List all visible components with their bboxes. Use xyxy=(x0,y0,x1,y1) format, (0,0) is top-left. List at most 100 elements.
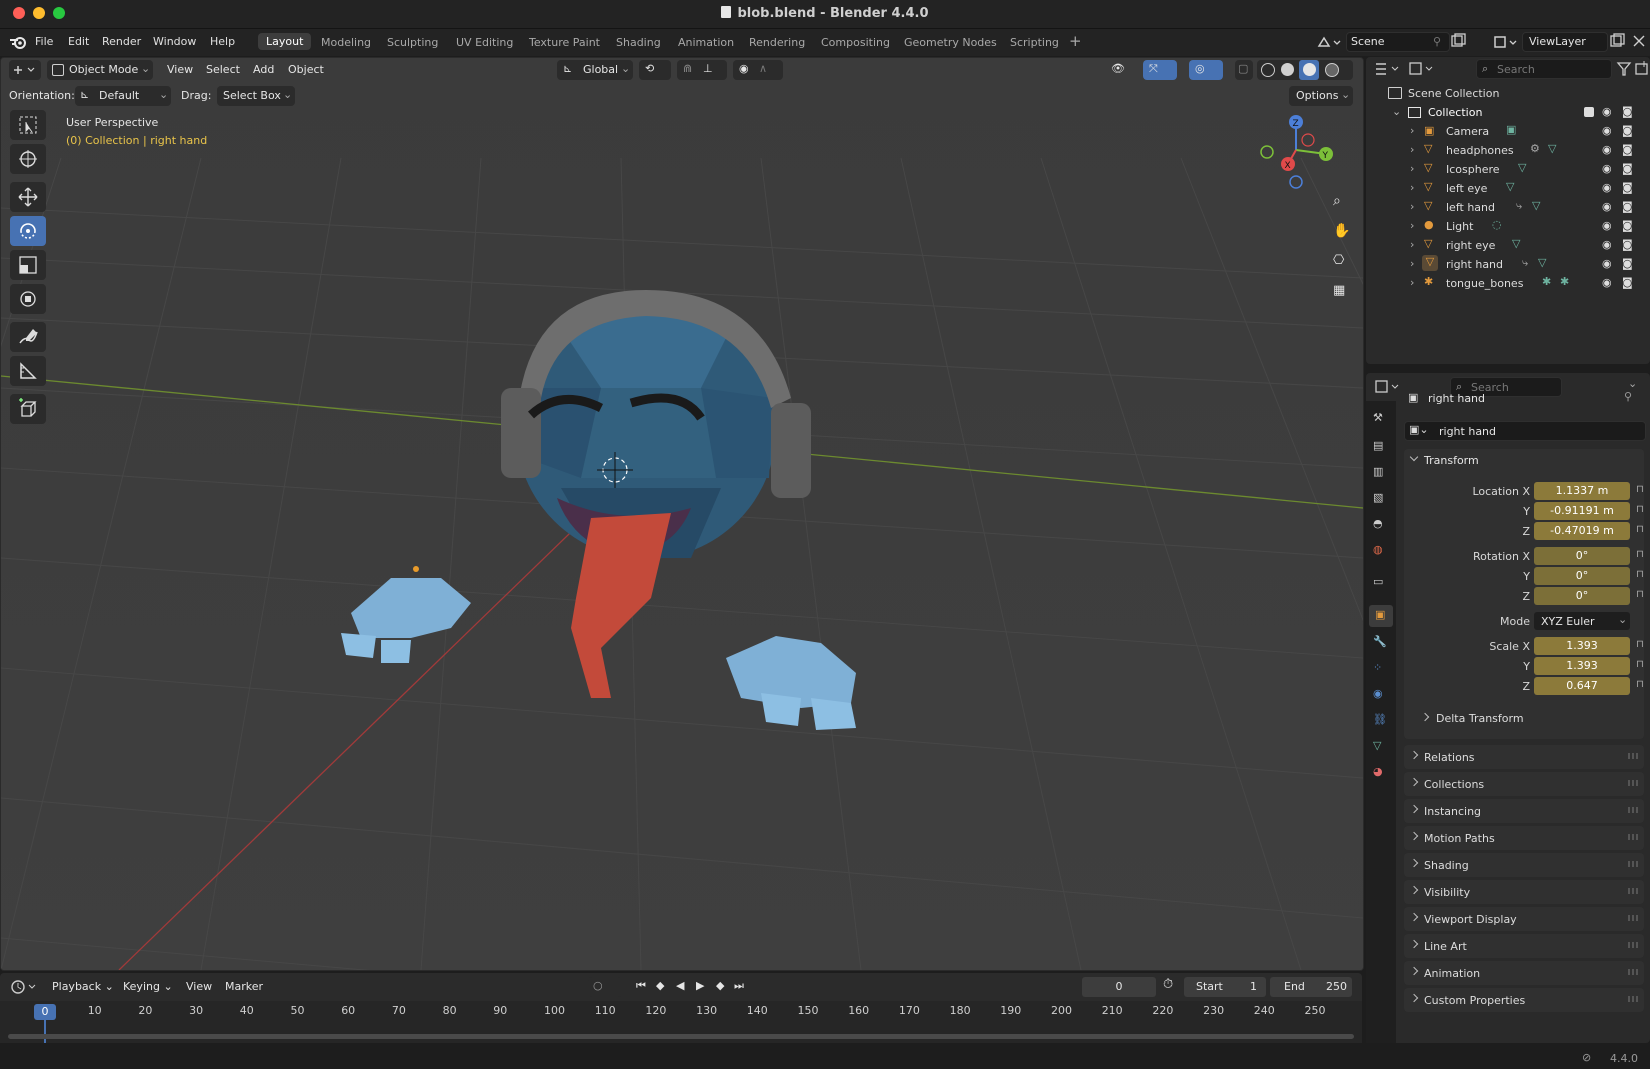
rotate-tool[interactable] xyxy=(10,216,46,246)
panel-motion-paths[interactable]: Motion Paths xyxy=(1404,826,1644,850)
location-z-field[interactable]: -0.47019 m xyxy=(1534,522,1630,540)
eye-icon[interactable]: ◉ xyxy=(1602,162,1612,175)
overlay-toggle[interactable]: ◎ xyxy=(1189,60,1223,80)
outliner-item-headphones[interactable]: › ▽ headphones ⚙ ▽ ◉ ◙ xyxy=(1366,141,1650,161)
visibility-toggle[interactable]: 👁 xyxy=(1109,60,1139,80)
xray-toggle[interactable]: ▢ xyxy=(1235,60,1253,80)
snap-button[interactable]: ⋒ ⊥ xyxy=(677,60,727,80)
tab-uv-editing[interactable]: UV Editing xyxy=(456,36,513,49)
measure-tool[interactable] xyxy=(10,356,46,386)
outliner-item-right-hand[interactable]: › ▽ right hand ⤷ ▽ ◉ ◙ xyxy=(1366,255,1650,275)
view-layer-field[interactable]: ViewLayer xyxy=(1522,32,1608,52)
outliner-item-right-eye[interactable]: › ▽ right eye ▽ ◉ ◙ xyxy=(1366,236,1650,256)
chevron-down-icon[interactable]: ⌄ xyxy=(1392,105,1401,118)
chevron-right-icon[interactable]: › xyxy=(1410,276,1414,289)
lock-icon[interactable]: ⊓ xyxy=(1636,569,1644,580)
camera-render-icon[interactable]: ◙ xyxy=(1622,257,1633,270)
chevron-right-icon[interactable]: › xyxy=(1410,181,1414,194)
timeline-editor-type-button[interactable] xyxy=(8,977,40,997)
eye-icon[interactable]: ◉ xyxy=(1602,124,1612,137)
tab-compositing[interactable]: Compositing xyxy=(821,36,890,49)
navigation-gizmo[interactable]: Z Y X xyxy=(1256,110,1336,190)
options-dropdown[interactable]: Options ⌄ xyxy=(1289,86,1353,106)
tool-tab-icon[interactable]: ⚒ xyxy=(1373,411,1389,427)
preview-range-icon[interactable]: ⏱ xyxy=(1163,977,1173,992)
camera-render-icon[interactable]: ◙ xyxy=(1622,200,1633,213)
physics-tab-icon[interactable]: ◉ xyxy=(1373,687,1389,703)
menu-window[interactable]: Window xyxy=(153,35,196,48)
blender-logo-icon[interactable] xyxy=(9,34,29,50)
transform-panel-header[interactable]: Transform xyxy=(1404,449,1644,473)
tab-modeling[interactable]: Modeling xyxy=(321,36,371,49)
chevron-right-icon[interactable]: › xyxy=(1410,219,1414,232)
drag-handle-icon[interactable] xyxy=(1628,996,1638,1002)
end-frame-field[interactable]: End 250 xyxy=(1270,977,1352,997)
panel-viewport-display[interactable]: Viewport Display xyxy=(1404,907,1644,931)
panel-instancing[interactable]: Instancing xyxy=(1404,799,1644,823)
next-keyframe-icon[interactable]: ◆ xyxy=(716,979,724,992)
menu-add[interactable]: Add xyxy=(253,63,274,76)
output-tab-icon[interactable]: ▥ xyxy=(1373,465,1389,481)
scale-tool[interactable] xyxy=(10,250,46,280)
remove-view-layer-icon[interactable] xyxy=(1630,32,1648,50)
menu-render[interactable]: Render xyxy=(102,35,141,48)
menu-view[interactable]: View xyxy=(186,980,212,993)
outliner-item-camera[interactable]: › ▣ Camera ▣ ◉ ◙ xyxy=(1366,122,1650,142)
object-tab[interactable]: ▣ xyxy=(1369,605,1393,627)
chevron-right-icon[interactable]: › xyxy=(1410,124,1414,137)
cursor-tool[interactable] xyxy=(10,144,46,174)
move-tool[interactable] xyxy=(10,182,46,212)
gizmo-toggle[interactable]: ⤧ xyxy=(1143,60,1177,80)
lock-icon[interactable]: ⊓ xyxy=(1636,524,1644,535)
lock-icon[interactable]: ⊓ xyxy=(1636,484,1644,495)
display-mode-button[interactable] xyxy=(1406,59,1436,79)
lock-icon[interactable]: ⊓ xyxy=(1636,659,1644,670)
camera-render-icon[interactable]: ◙ xyxy=(1622,124,1633,137)
tab-geometry-nodes[interactable]: Geometry Nodes xyxy=(904,36,997,49)
menu-help[interactable]: Help xyxy=(210,35,235,48)
menu-object[interactable]: Object xyxy=(288,63,324,76)
panel-collections[interactable]: Collections xyxy=(1404,772,1644,796)
eye-icon[interactable]: ◉ xyxy=(1602,200,1612,213)
chevron-right-icon[interactable]: › xyxy=(1410,162,1414,175)
drag-handle-icon[interactable] xyxy=(1628,834,1638,840)
scale-y-field[interactable]: 1.393 xyxy=(1534,657,1630,675)
orientation-dropdown[interactable]: ⊾ Default ⌄ xyxy=(75,86,171,106)
panel-shading[interactable]: Shading xyxy=(1404,853,1644,877)
material-preview-shading-icon[interactable] xyxy=(1299,60,1319,80)
constraints-tab-icon[interactable]: ⛓ xyxy=(1373,713,1389,729)
eye-icon[interactable]: ◉ xyxy=(1602,219,1612,232)
chevron-down-icon[interactable]: ⌄ xyxy=(1628,377,1637,390)
timeline-scrollbar[interactable] xyxy=(8,1034,1354,1039)
chevron-right-icon[interactable]: › xyxy=(1410,238,1414,251)
start-frame-field[interactable]: Start 1 xyxy=(1184,977,1266,997)
camera-view-button[interactable]: ⎔ xyxy=(1326,248,1354,276)
outliner-item-icosphere[interactable]: › ▽ Icosphere ▽ ◉ ◙ xyxy=(1366,160,1650,180)
scene-collection-row[interactable]: Scene Collection xyxy=(1366,84,1650,104)
mesh-data-tab-icon[interactable]: ▽ xyxy=(1373,739,1389,755)
drag-handle-icon[interactable] xyxy=(1628,888,1638,894)
delta-transform-header[interactable]: Delta Transform xyxy=(1404,707,1644,731)
play-reverse-icon[interactable]: ◀ xyxy=(676,979,684,992)
drag-handle-icon[interactable] xyxy=(1628,942,1638,948)
outliner-item-left-hand[interactable]: › ▽ left hand ⤷ ▽ ◉ ◙ xyxy=(1366,198,1650,218)
eye-icon[interactable]: ◉ xyxy=(1602,181,1612,194)
chevron-right-icon[interactable]: › xyxy=(1410,143,1414,156)
pin-icon[interactable]: ⚲ xyxy=(1433,35,1441,48)
menu-select[interactable]: Select xyxy=(206,63,240,76)
solid-shading-icon[interactable] xyxy=(1281,63,1294,76)
drag-handle-icon[interactable] xyxy=(1628,807,1638,813)
outliner-item-tongue-bones[interactable]: › ✱ tongue_bones ✱ ✱ ◉ ◙ xyxy=(1366,274,1650,294)
tab-texture-paint[interactable]: Texture Paint xyxy=(529,36,600,49)
playhead[interactable]: 0 xyxy=(34,1004,56,1020)
outliner-editor-type-button[interactable] xyxy=(1372,59,1402,79)
play-icon[interactable]: ▶ xyxy=(696,979,704,992)
3d-viewport[interactable]: Object Mode ⌄ View Select Add Object ⊾ G… xyxy=(0,57,1364,971)
menu-edit[interactable]: Edit xyxy=(68,35,89,48)
collection-row[interactable]: ⌄ Collection ◉ ◙ xyxy=(1366,103,1650,123)
auto-keying-toggle[interactable]: ○ xyxy=(588,977,622,997)
menu-playback[interactable]: Playback ⌄ xyxy=(52,980,114,993)
zoom-view-button[interactable]: ⌕ xyxy=(1326,188,1354,216)
pin-icon[interactable]: ⚲ xyxy=(1624,390,1632,403)
annotate-tool[interactable] xyxy=(10,322,46,352)
